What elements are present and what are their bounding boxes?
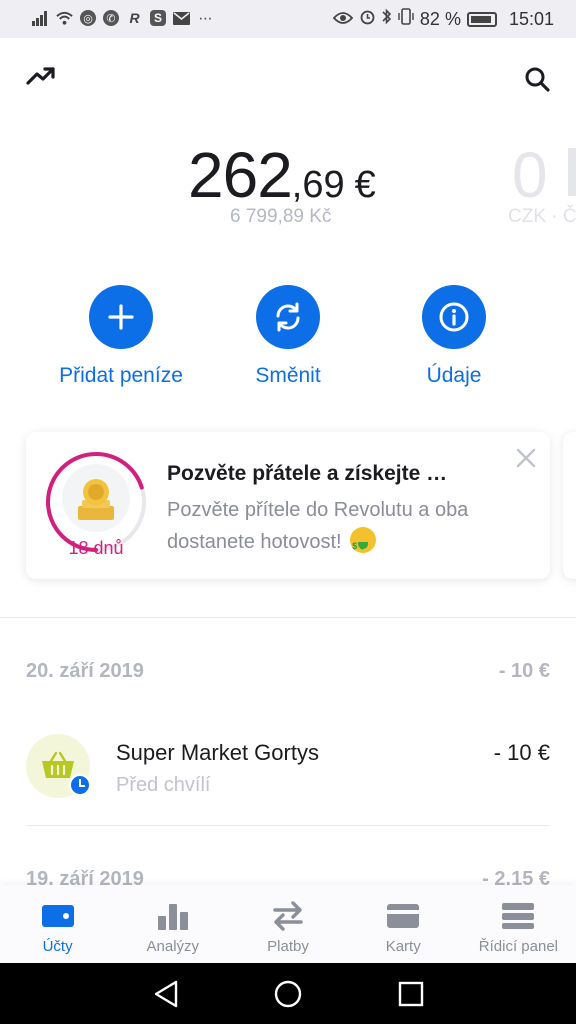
status-bar-notifications: ◎ ✆ R S ⋯ <box>32 9 214 27</box>
alarm-icon <box>359 8 376 30</box>
recents-icon[interactable] <box>397 979 425 1014</box>
more-icon: ⋯ <box>198 9 213 26</box>
balance-currency: € <box>354 164 376 206</box>
balance-integer: 262 <box>188 139 293 211</box>
dashboard-icon <box>461 900 576 932</box>
pending-clock-icon <box>69 774 91 796</box>
mail-icon <box>173 9 190 27</box>
balance-converted: 6 799,89 Kč <box>230 206 332 227</box>
next-account-sub: CZK · Č <box>508 206 576 227</box>
add-money-button[interactable]: Přidat peníze <box>36 285 206 388</box>
add-money-label: Přidat peníze <box>59 364 183 387</box>
wifi-icon <box>56 9 73 27</box>
eye-icon <box>332 9 354 30</box>
nav-payments[interactable]: Platby <box>230 885 345 963</box>
next-account-edge <box>568 148 576 196</box>
transaction-row[interactable]: Super Market Gortys Před chvílí - 10 € <box>26 734 550 826</box>
exchange-button[interactable]: Směnit <box>203 285 373 388</box>
account-balance[interactable]: 262 ,69 € 6 799,89 Kč <box>188 138 398 227</box>
system-navigation-bar <box>0 963 576 1024</box>
transaction-date-header: 20. září 2019 - 10 € <box>26 660 550 683</box>
battery-icon <box>466 11 497 27</box>
nav-label: Řídicí panel <box>478 938 559 955</box>
whatsapp-icon: ✆ <box>103 10 119 26</box>
chrome-icon: ◎ <box>80 10 96 26</box>
plus-icon <box>89 285 153 349</box>
battery-percent: 82 % <box>419 8 461 29</box>
money-mouth-emoji-icon <box>350 527 377 562</box>
nav-cards[interactable]: Karty <box>346 885 461 963</box>
exchange-label: Směnit <box>255 364 321 387</box>
clock-time: 15:01 <box>508 8 554 29</box>
screen: ◎ ✆ R S ⋯ 82 % 15:01 262 ,69 € 6 799,89 … <box>0 0 576 1024</box>
status-bar: ◎ ✆ R S ⋯ 82 % 15:01 <box>0 0 576 38</box>
nav-label: Účty <box>42 938 73 955</box>
r-app-icon: R <box>129 10 140 26</box>
section-divider <box>0 617 576 618</box>
trend-icon[interactable] <box>26 66 56 91</box>
nav-label: Karty <box>385 938 421 955</box>
nav-analytics[interactable]: Analýzy <box>115 885 230 963</box>
transaction-merchant: Super Market Gortys <box>116 740 319 765</box>
home-icon[interactable] <box>273 979 303 1014</box>
exchange-icon <box>256 285 320 349</box>
card-icon <box>346 900 461 932</box>
vibrate-icon <box>398 8 414 30</box>
s-app-icon: S <box>150 10 166 26</box>
search-icon[interactable] <box>524 66 550 97</box>
back-icon[interactable] <box>152 979 180 1014</box>
wallet-icon <box>0 900 115 932</box>
promo-title: Pozvěte přátele a získejte … <box>167 462 448 485</box>
nav-label: Analýzy <box>146 938 200 955</box>
date-label: 20. září 2019 <box>26 660 144 682</box>
date-total: - 10 € <box>498 660 550 682</box>
bluetooth-icon <box>382 8 392 30</box>
promo-description: Pozvěte přítele do Revolutu a oba dostan… <box>167 494 497 562</box>
info-icon <box>422 285 486 349</box>
nav-dashboard[interactable]: Řídicí panel <box>461 885 576 963</box>
close-icon[interactable] <box>516 444 536 475</box>
bar-chart-icon <box>115 900 230 932</box>
nav-accounts[interactable]: Účty <box>0 885 115 963</box>
details-label: Údaje <box>426 364 482 387</box>
transaction-amount: - 10 € <box>493 740 550 765</box>
next-promo-card[interactable] <box>563 432 576 579</box>
days-left: 18 dnů <box>68 538 124 558</box>
nav-label: Platby <box>267 938 309 955</box>
signal-icon <box>32 9 49 27</box>
referral-promo-card[interactable]: 18 dnů Pozvěte přátele a získejte … Pozv… <box>26 432 550 579</box>
balance-decimal: ,69 <box>291 164 345 206</box>
transaction-time: Před chvílí <box>116 774 211 796</box>
bottom-navigation: Účty Analýzy Platby Karty Řídicí panel <box>0 885 576 963</box>
transaction-divider <box>26 825 550 826</box>
status-bar-system: 82 % 15:01 <box>332 8 554 30</box>
next-account-balance[interactable]: 0 <box>512 138 548 212</box>
details-button[interactable]: Údaje <box>369 285 539 388</box>
transfer-arrows-icon <box>230 900 345 932</box>
